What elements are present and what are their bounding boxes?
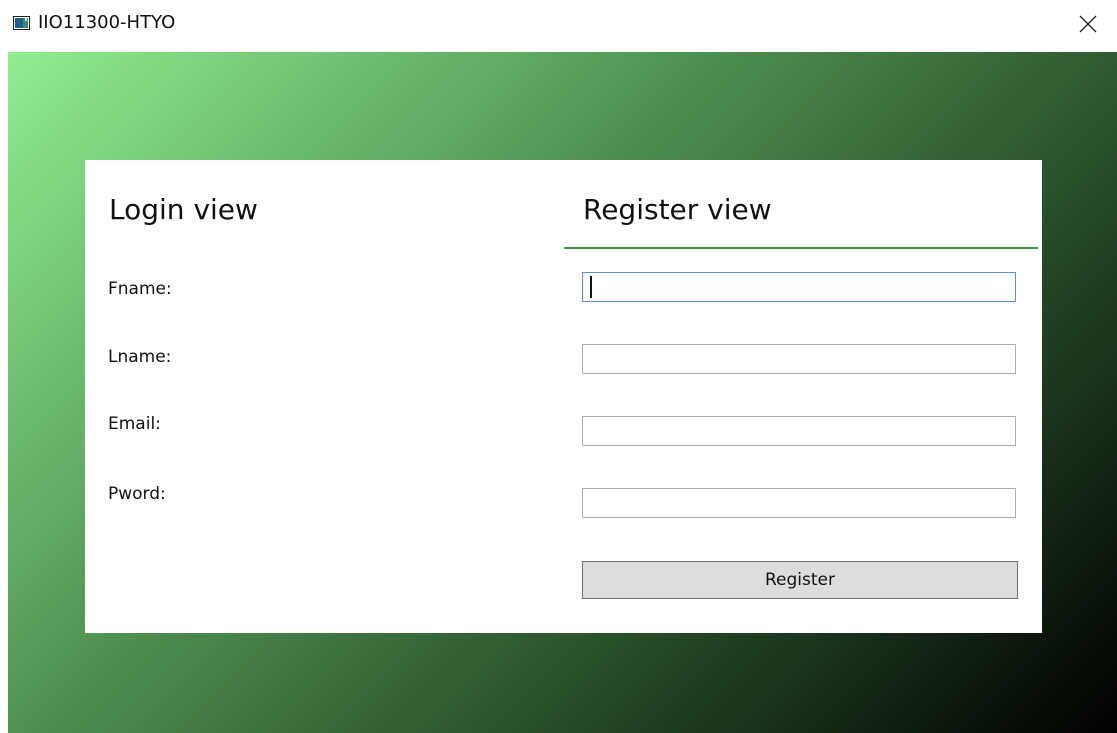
login-view-title[interactable]: Login view bbox=[109, 193, 258, 226]
window-title: IIO11300-HTYO bbox=[38, 12, 176, 33]
window-client-area: Login view Register view Fname: Lname: E… bbox=[8, 52, 1117, 733]
fname-label: Fname: bbox=[108, 279, 172, 299]
pword-label: Pword: bbox=[108, 484, 166, 504]
tab-register-view[interactable]: Register view bbox=[564, 185, 1038, 249]
register-view-title: Register view bbox=[583, 193, 772, 226]
close-button[interactable] bbox=[1069, 6, 1107, 42]
lname-field[interactable] bbox=[582, 344, 1016, 374]
register-button[interactable]: Register bbox=[582, 561, 1018, 599]
close-icon bbox=[1079, 15, 1097, 33]
text-caret bbox=[590, 276, 592, 298]
email-label: Email: bbox=[108, 414, 161, 434]
fname-field[interactable] bbox=[582, 272, 1016, 302]
content-panel: Login view Register view Fname: Lname: E… bbox=[85, 160, 1042, 633]
app-window-icon bbox=[13, 16, 30, 30]
pword-field[interactable] bbox=[582, 488, 1016, 518]
email-field[interactable] bbox=[582, 416, 1016, 446]
title-bar: IIO11300-HTYO bbox=[0, 0, 1117, 52]
lname-label: Lname: bbox=[108, 347, 172, 367]
